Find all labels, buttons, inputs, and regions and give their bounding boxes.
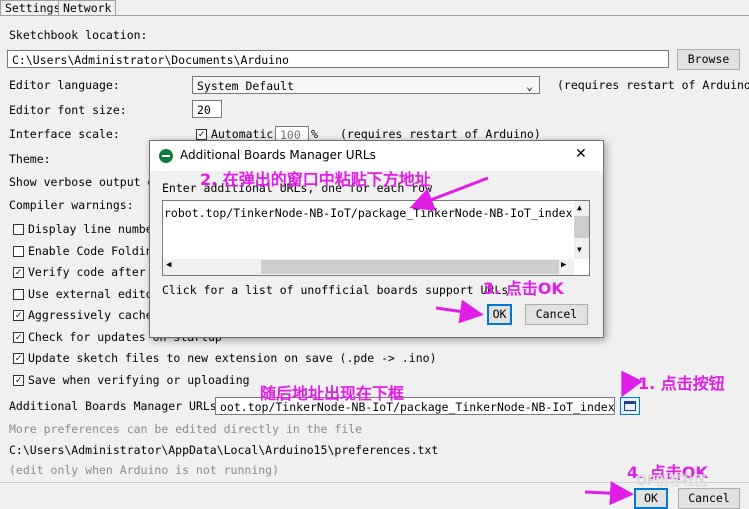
arrow-step1 xyxy=(621,370,643,398)
arrow-step3 xyxy=(435,299,484,324)
annotation-arrows xyxy=(409,176,643,506)
arrow-step4 xyxy=(584,481,634,506)
arrow-step2 xyxy=(409,176,489,211)
watermark-logo: DF创客社区 xyxy=(636,474,708,489)
